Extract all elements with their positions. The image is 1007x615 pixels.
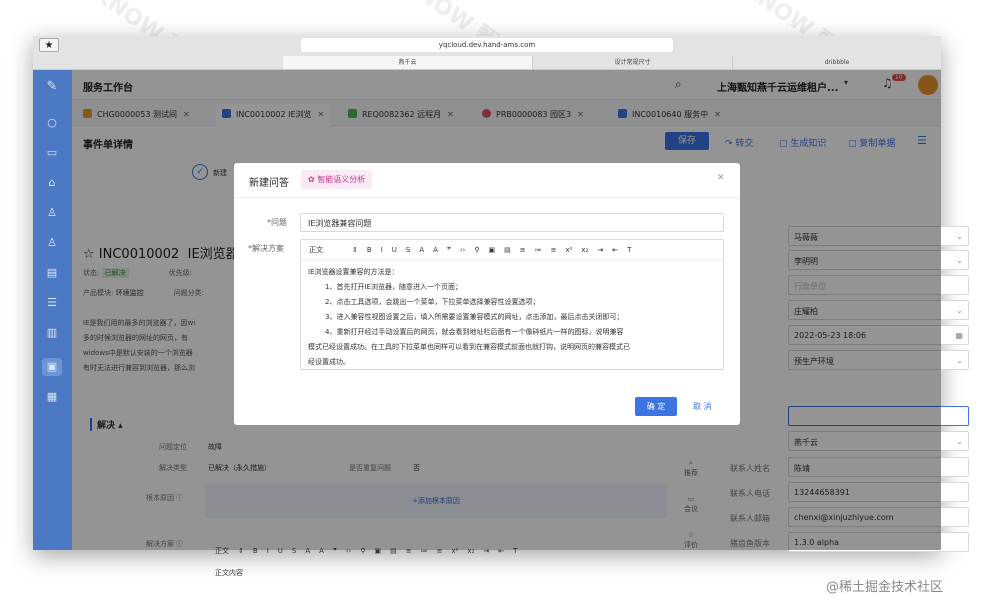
browser-tab[interactable]: 燕千云 [283,56,533,69]
solution-line: 经设置成功。 [308,358,350,366]
bold-icon[interactable]: B [367,246,372,254]
bg-color-icon[interactable]: A [433,246,438,254]
dashboard-icon[interactable]: ⌂ [44,176,60,190]
text-color-icon[interactable]: A [419,246,424,254]
table-icon[interactable]: ▤ [504,246,511,254]
add-user-icon[interactable]: ♙ [44,236,60,250]
search-icon[interactable]: ○ [44,116,60,130]
code-icon[interactable]: ‹› [460,246,466,254]
list-icon[interactable]: ☰ [44,296,60,310]
workbench-icon[interactable]: ▣ [42,358,62,376]
browser-tab[interactable]: dribbble [733,56,941,69]
ai-analysis-tag[interactable]: ✿ 智能语义分析 [301,170,373,189]
indent-icon[interactable]: ⇥ [597,246,603,254]
italic-icon[interactable]: I [381,246,383,254]
quote-icon[interactable]: ❞ [447,246,451,254]
caret-icon[interactable]: ⇕ [352,246,358,254]
logo-icon[interactable]: ✎ [44,80,60,94]
align-icon[interactable]: ≡ [520,246,526,254]
chat-icon[interactable]: ▭ [44,146,60,160]
calendar-icon: ▦ [955,331,963,340]
clear-format-icon[interactable]: T [627,246,631,254]
question-label: *问题 [267,218,287,227]
solution-line: 4、重新打开经过手动设置后的网页，就会看到地址栏后面有一个像碎纸片一样的图标，说… [325,328,624,336]
image-icon[interactable]: ▣ [488,246,495,254]
solution-line: 3、进入兼容性视图设置之后，填入所需要设置兼容模式的网址，点击添加，最后点击关闭… [325,313,624,321]
ok-button[interactable]: 确 定 [635,397,677,416]
address-bar[interactable]: yqcloud.dev.hand-ams.com [301,38,673,52]
sup-icon[interactable]: x² [565,246,572,254]
solution-editor[interactable]: 正文 ⇕ B I U S A A ❞ ‹› ⚲ ▣ ▤ ≡ ≔ ≡ x² x₂ ⇥ ⇤ T IE浏览器设置兼容的方法是：… [300,239,724,370]
sub-icon[interactable]: x₂ [581,246,588,254]
outdent-icon[interactable]: ⇤ [612,246,618,254]
bookmark-star-icon[interactable]: ★ [39,38,59,52]
solution-line: 1、首先打开IE浏览器，随意进入一个页面； [325,283,462,291]
font-select[interactable]: 正文 [309,245,323,255]
underline-icon[interactable]: U [392,246,397,254]
footer-credit: @稀土掘金技术社区 [826,580,944,595]
cancel-button[interactable]: 取 消 [693,401,712,412]
solution-content: IE浏览器设置兼容的方法是： 1、首先打开IE浏览器，随意进入一个页面； 2、点… [308,265,630,370]
question-input[interactable]: IE浏览器兼容问题 [300,213,724,232]
document-icon[interactable]: ▥ [44,326,60,340]
strike-icon[interactable]: S [406,246,410,254]
calendar-icon[interactable]: ▤ [44,266,60,280]
solution-line: 2、点击工具选项，会跳出一个菜单，下拉菜单选择兼容性设置选项； [325,298,540,306]
close-icon[interactable]: ✕ [717,173,725,183]
solution-label: *解决方案 [248,244,284,253]
toolbar-divider [301,259,723,260]
modal-title: 新建问答 [249,178,289,189]
user-icon[interactable]: ♙ [44,206,60,220]
browser-tab[interactable]: 设计常规尺寸 [533,56,733,69]
editor-toolbar: 正文 ⇕ B I U S A A ❞ ‹› ⚲ ▣ ▤ ≡ ≔ ≡ x² x₂ ⇥ ⇤ T [309,245,640,255]
sparkle-icon: ✿ [308,175,315,184]
new-qa-modal: 新建问答 ✿ 智能语义分析 ✕ *问题 IE浏览器兼容问题 *解决方案 正文 ⇕ B… [234,163,740,425]
ul-icon[interactable]: ≡ [551,246,557,254]
browser-chrome: ★ yqcloud.dev.hand-ams.com 燕千云 设计常规尺寸 dr… [33,36,941,70]
link-icon[interactable]: ⚲ [474,246,479,254]
sidebar: ✎ ○ ▭ ⌂ ♙ ♙ ▤ ☰ ▥ ▣ ▦ [33,70,72,550]
ol-icon[interactable]: ≔ [535,246,542,254]
solution-line: 模式已经设置成功。在工具的下拉菜单也同样可以看到在兼容模式前面也就打钩，说明网页… [308,343,630,351]
divider [234,197,740,198]
solution-line: IE浏览器设置兼容的方法是： [308,268,399,276]
plan-body[interactable]: 正文内容 [215,568,243,578]
ai-tag-label: 智能语义分析 [317,175,366,184]
grid-icon[interactable]: ▦ [44,390,60,404]
